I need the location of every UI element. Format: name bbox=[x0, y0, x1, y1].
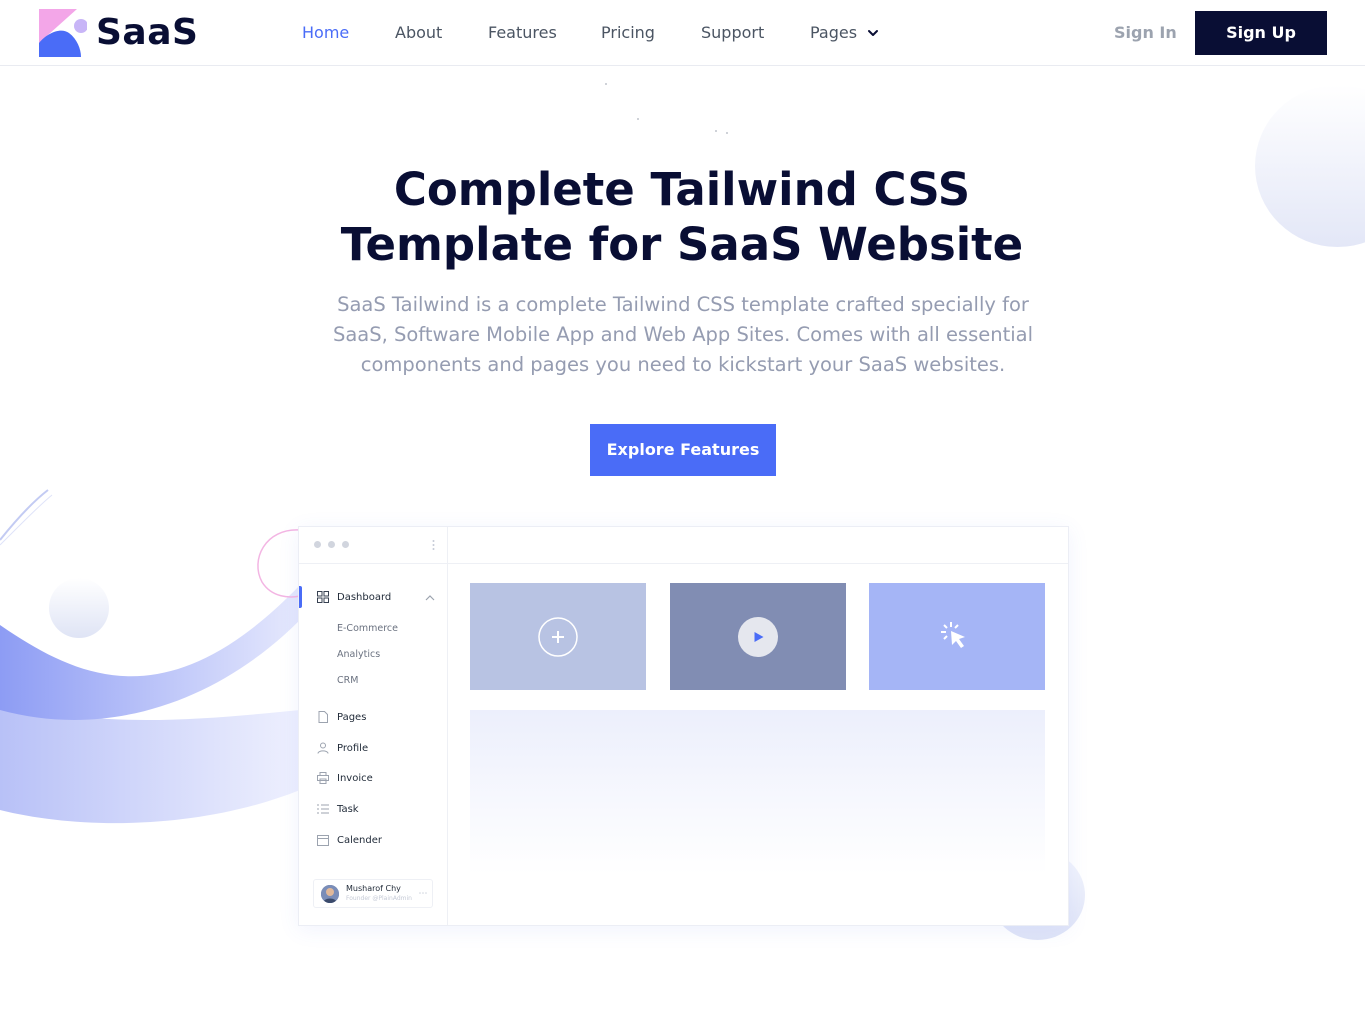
hero-subtitle: SaaS Tailwind is a complete Tailwind CSS… bbox=[332, 290, 1034, 380]
hero-subtitle-line-3: components and pages you need to kicksta… bbox=[360, 353, 1006, 376]
avatar bbox=[321, 885, 339, 903]
sidebar-item-label: Profile bbox=[337, 743, 369, 754]
plus-icon bbox=[538, 617, 578, 657]
brand-name: SaaS bbox=[96, 12, 199, 53]
nav-about[interactable]: About bbox=[395, 24, 442, 42]
decorative-speck bbox=[637, 118, 639, 120]
sign-up-button[interactable]: Sign Up bbox=[1195, 11, 1327, 55]
user-card[interactable]: Musharof Chy Founder @PlainAdmin bbox=[313, 879, 433, 908]
list-icon bbox=[317, 804, 329, 814]
brand-logo[interactable]: SaaS bbox=[39, 9, 209, 57]
decorative-speck bbox=[726, 132, 728, 134]
content-panel bbox=[470, 710, 1045, 875]
site-header: SaaS Home About Features Pricing Support… bbox=[0, 0, 1365, 66]
sidebar-item-label: Invoice bbox=[337, 773, 373, 784]
sidebar-subitem-ecommerce[interactable]: E-Commerce bbox=[337, 623, 398, 635]
hero-title-line-1: Complete Tailwind CSS bbox=[393, 163, 971, 216]
nav-features[interactable]: Features bbox=[488, 24, 557, 42]
grid-icon bbox=[317, 591, 329, 603]
hero-subtitle-line-2: SaaS, Software Mobile App and Web App Si… bbox=[332, 323, 1034, 346]
active-indicator bbox=[299, 586, 302, 608]
file-icon bbox=[318, 711, 328, 723]
sidebar-item-label: Pages bbox=[337, 712, 367, 723]
nav-home[interactable]: Home bbox=[302, 24, 349, 42]
decorative-speck bbox=[715, 130, 717, 132]
media-card[interactable] bbox=[470, 583, 646, 690]
avatar-image bbox=[321, 885, 339, 903]
hero-title: Complete Tailwind CSS Template for SaaS … bbox=[282, 162, 1082, 272]
sidebar-item-label: Task bbox=[337, 804, 359, 815]
window-dot bbox=[342, 541, 349, 548]
dashboard-topbar bbox=[447, 527, 1068, 564]
printer-icon bbox=[317, 772, 329, 784]
dashboard-sidebar: Dashboard E-Commerce Analytics CRM Pages… bbox=[299, 527, 448, 925]
hero-title-line-2: Template for SaaS Website bbox=[340, 218, 1024, 271]
media-card[interactable] bbox=[670, 583, 846, 690]
chevron-down-icon bbox=[868, 30, 879, 36]
cursor-click-icon bbox=[941, 622, 965, 648]
nav-pages-label: Pages bbox=[810, 23, 858, 42]
nav-support[interactable]: Support bbox=[701, 24, 764, 42]
user-role: Founder @PlainAdmin bbox=[346, 895, 412, 902]
sidebar-item-label: Calender bbox=[337, 835, 382, 846]
logo-mark-icon bbox=[39, 9, 87, 57]
sign-in-link[interactable]: Sign In bbox=[1114, 24, 1177, 42]
decorative-speck bbox=[605, 83, 607, 85]
calendar-icon bbox=[317, 835, 329, 846]
sidebar-subitem-crm[interactable]: CRM bbox=[337, 675, 358, 687]
chevron-up-icon[interactable] bbox=[425, 593, 435, 603]
more-horizontal-icon[interactable] bbox=[418, 891, 428, 895]
decorative-bubble bbox=[49, 578, 109, 638]
nav-pricing[interactable]: Pricing bbox=[601, 24, 655, 42]
hero-subtitle-line-1: SaaS Tailwind is a complete Tailwind CSS… bbox=[337, 293, 1029, 316]
explore-features-button[interactable]: Explore Features bbox=[590, 424, 776, 476]
user-icon bbox=[317, 742, 329, 754]
more-vertical-icon[interactable] bbox=[432, 539, 435, 551]
sidebar-window-bar bbox=[299, 527, 447, 564]
window-dot bbox=[328, 541, 335, 548]
window-dot bbox=[314, 541, 321, 548]
sidebar-subitem-analytics[interactable]: Analytics bbox=[337, 649, 380, 661]
media-card[interactable] bbox=[869, 583, 1045, 690]
nav-pages[interactable]: Pages bbox=[810, 24, 880, 42]
dashboard-mockup: Dashboard E-Commerce Analytics CRM Pages… bbox=[298, 526, 1069, 926]
user-name: Musharof Chy bbox=[346, 884, 401, 893]
play-icon bbox=[738, 617, 778, 657]
sidebar-item-label: Dashboard bbox=[337, 592, 392, 603]
